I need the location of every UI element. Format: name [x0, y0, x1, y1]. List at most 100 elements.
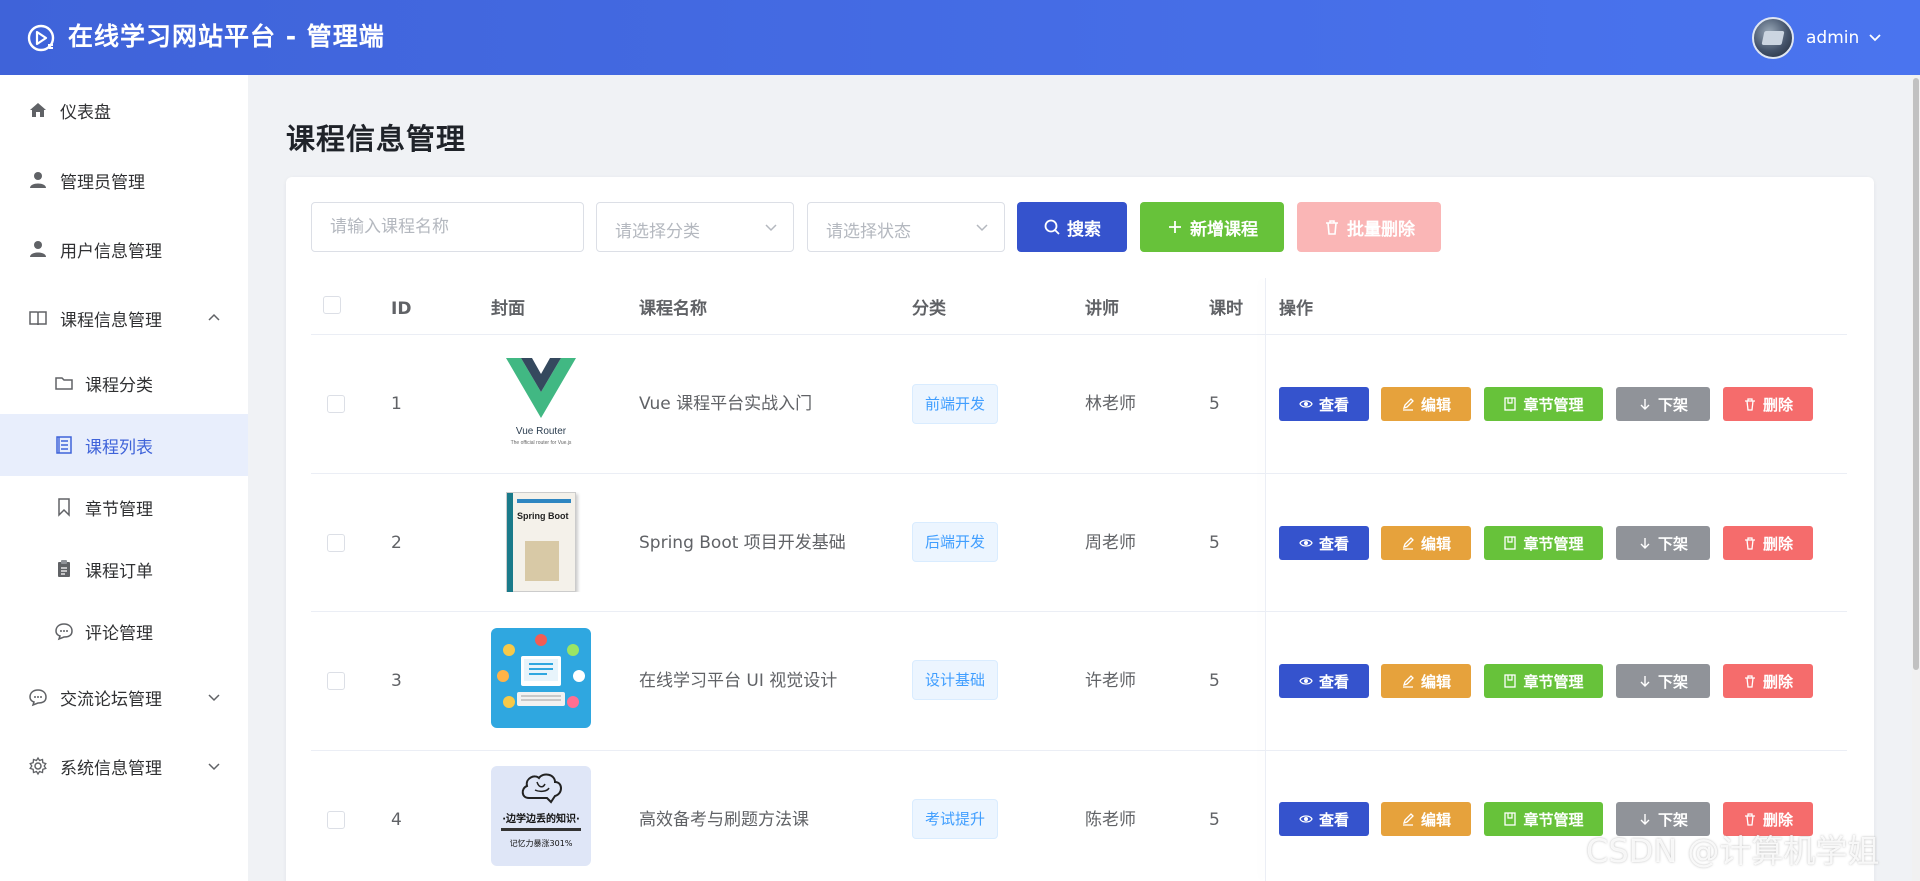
edit-button[interactable]: 编辑: [1381, 802, 1471, 836]
category-select-placeholder: 请选择分类: [615, 222, 700, 242]
cover-subtitle: The official router for Vue.js: [510, 440, 572, 446]
gear-icon: [29, 756, 47, 776]
delete-button[interactable]: 删除: [1723, 387, 1813, 421]
sidebar-subitem-categories[interactable]: 课程分类: [0, 358, 248, 408]
sidebar-subitem-orders[interactable]: 课程订单: [0, 544, 248, 594]
sidebar-item-dashboard[interactable]: 仪表盘: [0, 85, 248, 135]
view-button[interactable]: 查看: [1279, 526, 1369, 560]
edit-icon: [1402, 813, 1414, 826]
sidebar-item-label: 课程订单: [85, 561, 153, 582]
sidebar-subitem-comments[interactable]: 评论管理: [0, 606, 248, 656]
sidebar-item-users[interactable]: 用户信息管理: [0, 224, 248, 274]
offline-button-label: 下架: [1657, 395, 1688, 414]
view-button[interactable]: 查看: [1279, 387, 1369, 421]
search-icon: [1044, 219, 1060, 235]
chevron-down-icon[interactable]: [1866, 28, 1884, 46]
cell-id: 4: [391, 810, 402, 830]
play-logo-icon: [27, 24, 55, 52]
edit-button[interactable]: 编辑: [1381, 664, 1471, 698]
column-header-actions: 操作: [1279, 299, 1313, 319]
search-button-label: 搜索: [1067, 219, 1101, 240]
sidebar-item-label: 仪表盘: [60, 102, 111, 123]
column-header-category: 分类: [912, 299, 946, 319]
offline-button[interactable]: 下架: [1616, 526, 1710, 560]
edit-button-label: 编辑: [1420, 810, 1451, 829]
sidebar: 仪表盘 管理员管理 用户信息管理 课程信息管理 课程分类 课程列表 章节管理 课…: [0, 75, 248, 881]
cell-course-name: Spring Boot 项目开发基础: [639, 533, 846, 553]
trash-icon: [1744, 813, 1755, 826]
course-cover-image: Spring Boot: [491, 492, 591, 592]
row-checkbox[interactable]: [327, 672, 345, 690]
select-all-checkbox[interactable]: [323, 296, 341, 314]
document-icon: [1504, 536, 1517, 550]
batch-delete-button[interactable]: 批量删除: [1297, 202, 1441, 252]
user-icon: [30, 172, 46, 188]
sidebar-item-label: 课程分类: [85, 375, 153, 396]
sidebar-item-label: 课程信息管理: [60, 310, 162, 331]
watermark: CSDN @计算机学姐: [1586, 832, 1880, 870]
cell-course-name: Vue 课程平台实战入门: [639, 394, 813, 414]
offline-button[interactable]: 下架: [1616, 664, 1710, 698]
document-icon: [1504, 812, 1517, 826]
cell-id: 1: [391, 394, 402, 414]
chapter-manage-button[interactable]: 章节管理: [1484, 526, 1603, 560]
row-checkbox[interactable]: [327, 395, 345, 413]
row-checkbox[interactable]: [327, 811, 345, 829]
trash-icon: [1744, 537, 1755, 550]
table-divider: [311, 473, 1847, 474]
arrow-down-icon: [1640, 538, 1650, 549]
sidebar-item-courses[interactable]: 课程信息管理: [0, 293, 248, 343]
sidebar-item-forum[interactable]: 交流论坛管理: [0, 672, 248, 722]
chapter-manage-button[interactable]: 章节管理: [1484, 387, 1603, 421]
add-course-button[interactable]: 新增课程: [1140, 202, 1284, 252]
sidebar-item-label: 课程列表: [85, 437, 153, 458]
view-button-label: 查看: [1318, 672, 1349, 691]
offline-button[interactable]: 下架: [1616, 387, 1710, 421]
add-course-button-label: 新增课程: [1190, 219, 1258, 240]
chevron-down-icon: [976, 224, 988, 232]
sidebar-subitem-chapters[interactable]: 章节管理: [0, 482, 248, 532]
course-cover-image: ·边学边丢的知识· 记忆力暴涨301%: [491, 766, 591, 866]
view-button[interactable]: 查看: [1279, 802, 1369, 836]
chevron-up-icon: [208, 313, 220, 321]
status-select[interactable]: 请选择状态: [807, 202, 1005, 252]
delete-button[interactable]: 删除: [1723, 664, 1813, 698]
table-divider: [311, 750, 1847, 751]
trash-icon: [1744, 675, 1755, 688]
cell-hours: 5: [1209, 533, 1220, 553]
avatar[interactable]: [1752, 17, 1794, 59]
sidebar-item-admins[interactable]: 管理员管理: [0, 155, 248, 205]
course-cover-image: Vue Router The official router for Vue.j…: [491, 354, 591, 454]
cell-id: 2: [391, 533, 402, 553]
column-header-hours: 课时: [1209, 299, 1243, 319]
edit-button-label: 编辑: [1420, 395, 1451, 414]
scrollbar-thumb[interactable]: [1913, 78, 1919, 670]
delete-button[interactable]: 删除: [1723, 526, 1813, 560]
chapter-manage-button-label: 章节管理: [1523, 810, 1584, 829]
top-header: 在线学习网站平台 - 管理端 admin: [0, 0, 1920, 75]
sidebar-item-system[interactable]: 系统信息管理: [0, 741, 248, 791]
row-checkbox[interactable]: [327, 534, 345, 552]
user-name[interactable]: admin: [1806, 27, 1859, 49]
chapter-manage-button[interactable]: 章节管理: [1484, 664, 1603, 698]
category-select[interactable]: 请选择分类: [596, 202, 794, 252]
app-title: 在线学习网站平台 - 管理端: [68, 22, 385, 51]
edit-button[interactable]: 编辑: [1381, 387, 1471, 421]
search-button[interactable]: 搜索: [1017, 202, 1127, 252]
edit-button[interactable]: 编辑: [1381, 526, 1471, 560]
sidebar-subitem-course-list[interactable]: 课程列表: [0, 414, 248, 476]
plus-icon: [1169, 221, 1181, 233]
view-button[interactable]: 查看: [1279, 664, 1369, 698]
cell-course-name: 高效备考与刷题方法课: [639, 810, 809, 830]
sidebar-item-label: 管理员管理: [60, 172, 145, 193]
arrow-down-icon: [1640, 814, 1650, 825]
clipboard-icon: [58, 560, 70, 577]
cover-title: Vue Router: [515, 426, 567, 437]
course-name-input[interactable]: [311, 202, 584, 252]
table-divider: [311, 611, 1847, 612]
chapter-manage-button-label: 章节管理: [1523, 672, 1584, 691]
edit-icon: [1402, 537, 1414, 550]
category-tag: 设计基础: [912, 660, 999, 700]
chevron-down-icon: [208, 694, 220, 702]
cell-id: 3: [391, 671, 402, 691]
